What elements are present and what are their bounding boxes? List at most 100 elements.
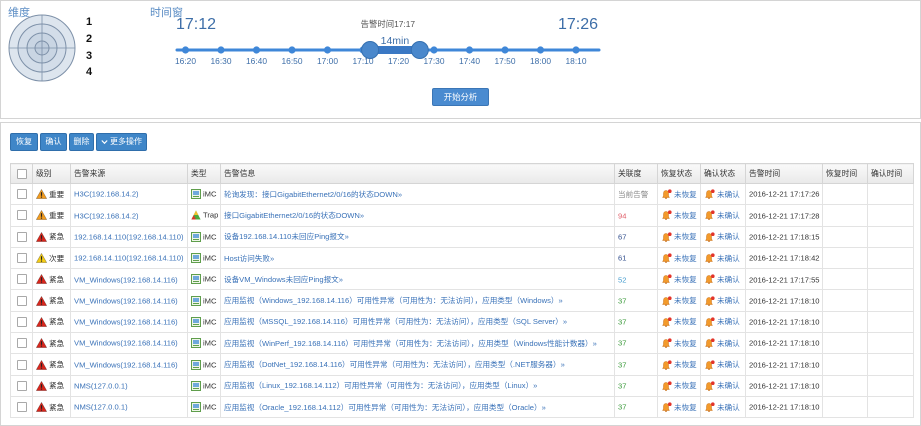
- confirm-status-link[interactable]: 未确认: [717, 317, 740, 326]
- row-checkbox[interactable]: [16, 402, 27, 413]
- start-analysis-button[interactable]: 开始分析: [432, 88, 489, 106]
- recover-status-link[interactable]: 未恢复: [674, 275, 697, 284]
- row-checkbox[interactable]: [16, 274, 27, 285]
- alarm-message-link[interactable]: 轮询发现：接口GigabitEthernet2/0/16的状态DOWN»: [224, 190, 402, 199]
- severity-cell: 紧急: [32, 353, 71, 376]
- row-checkbox[interactable]: [16, 231, 27, 242]
- alarm-source-link[interactable]: VM_Windows(192.168.14.116): [74, 360, 178, 369]
- alarm-time: 2016-12-21 17:18:15: [749, 232, 820, 242]
- confirm-status-cell: 未确认: [700, 182, 746, 206]
- confirm-status-link[interactable]: 未确认: [717, 381, 740, 390]
- alarm-source-link[interactable]: VM_Windows(192.168.14.116): [74, 339, 178, 348]
- confirm-status-link[interactable]: 未确认: [717, 403, 740, 412]
- alarm-message-link[interactable]: 设备VM_Windows未回应Ping报文»: [224, 275, 343, 284]
- imc-icon: [191, 316, 201, 327]
- confirm-status-link[interactable]: 未确认: [717, 190, 740, 199]
- row-checkbox[interactable]: [16, 338, 27, 349]
- recover-status-link[interactable]: 未恢复: [674, 232, 697, 241]
- recover-status-link[interactable]: 未恢复: [674, 339, 697, 348]
- recover-status-link[interactable]: 未恢复: [674, 381, 697, 390]
- timeline-tick-label: 17:10: [352, 56, 374, 66]
- type-cell: iMC: [187, 374, 221, 397]
- timeline-slider[interactable]: [0, 0, 921, 80]
- more-actions-button[interactable]: 更多操作: [96, 133, 147, 151]
- relevance-cell: 37: [614, 395, 658, 419]
- checkbox-cell: [10, 182, 33, 206]
- recover-time-cell: [822, 353, 868, 376]
- recover-button[interactable]: 恢复: [10, 133, 38, 151]
- recover-status-link[interactable]: 未恢复: [674, 211, 697, 220]
- alarm-message-link[interactable]: 应用监视（Oracle_192.168.14.112）可用性异常（可用性为：无法…: [224, 403, 546, 412]
- timeline-tick-label: 17:20: [388, 56, 409, 66]
- row-checkbox[interactable]: [16, 316, 27, 327]
- alarm-source-link[interactable]: VM_Windows(192.168.14.116): [74, 275, 178, 284]
- alarm-table: 级别 告警来源 类型 告警信息 关联度 恢复状态 确认状态 告警时间 恢复时间 …: [10, 163, 914, 419]
- alarm-source-link[interactable]: H3C(192.168.14.2): [74, 211, 139, 220]
- confirm-time-cell: [867, 310, 914, 334]
- timeline-tick-dot: [288, 46, 296, 54]
- checkbox-cell: [10, 225, 33, 248]
- row-checkbox[interactable]: [16, 189, 27, 200]
- alarm-source-link[interactable]: VM_Windows(192.168.14.116): [74, 296, 178, 305]
- alarm-type-label: iMC: [203, 317, 217, 327]
- alarm-source-link[interactable]: NMS(127.0.0.1): [74, 382, 128, 391]
- table-row: 次要 192.168.14.110(192.168.14.110) iMC Host访…: [10, 246, 914, 270]
- imc-icon: [191, 402, 201, 413]
- relevance-cell: 94: [614, 204, 658, 227]
- alarm-message-link[interactable]: 应用监视（Windows_192.168.14.116）可用性异常（可用性为：无…: [224, 296, 563, 305]
- column-header-message: 告警信息: [220, 163, 615, 184]
- alarm-message-link[interactable]: Host访问失败»: [224, 254, 274, 263]
- alarm-message-link[interactable]: 接口GigabitEthernet2/0/16的状态DOWN»: [224, 211, 364, 220]
- select-all-checkbox[interactable]: [16, 168, 27, 179]
- confirm-status-link[interactable]: 未确认: [717, 232, 740, 241]
- row-checkbox[interactable]: [16, 359, 27, 370]
- alarm-source-link[interactable]: H3C(192.168.14.2): [74, 190, 139, 199]
- confirm-status-link[interactable]: 未确认: [717, 211, 740, 220]
- column-header-source: 告警来源: [70, 163, 188, 184]
- recover-status-link[interactable]: 未恢复: [674, 360, 697, 369]
- recover-time-cell: [822, 246, 868, 270]
- message-cell: 接口GigabitEthernet2/0/16的状态DOWN»: [220, 204, 615, 227]
- alarm-time: 2016-12-21 17:18:42: [749, 253, 820, 263]
- row-checkbox[interactable]: [16, 253, 27, 264]
- checkbox-cell: [10, 268, 33, 291]
- confirm-button[interactable]: 确认: [40, 133, 67, 151]
- row-checkbox[interactable]: [16, 210, 27, 221]
- delete-button[interactable]: 删除: [69, 133, 94, 151]
- recover-status-link[interactable]: 未恢复: [674, 296, 697, 305]
- confirm-status-link[interactable]: 未确认: [717, 254, 740, 263]
- table-row: 紧急 NMS(127.0.0.1) iMC 应用监视（Oracle_192.168.1…: [10, 395, 914, 419]
- severity-cell: 紧急: [32, 374, 71, 397]
- row-checkbox[interactable]: [16, 295, 27, 306]
- alarm-message-link[interactable]: 应用监视（Linux_192.168.14.112）可用性异常（可用性为：无法访…: [224, 381, 537, 390]
- type-cell: iMC: [187, 395, 221, 419]
- alarm-source-link[interactable]: NMS(127.0.0.1): [74, 403, 128, 412]
- alarm-bell-icon: [662, 253, 672, 264]
- relevance-value: 37: [618, 296, 627, 306]
- severity-label: 次要: [49, 253, 65, 263]
- recover-status-link[interactable]: 未恢复: [674, 190, 697, 199]
- alarm-source-link[interactable]: VM_Windows(192.168.14.116): [74, 318, 178, 327]
- alarm-message-link[interactable]: 设备192.168.14.110未回应Ping报文»: [224, 232, 349, 241]
- alarm-source-link[interactable]: 192.168.14.110(192.168.14.110): [74, 232, 184, 241]
- alarm-time: 2016-12-21 17:18:10: [749, 381, 820, 391]
- confirm-status-link[interactable]: 未确认: [717, 296, 740, 305]
- recover-status-cell: 未恢复: [657, 332, 701, 355]
- row-checkbox[interactable]: [16, 380, 27, 391]
- alarm-message-link[interactable]: 应用监视（MSSQL_192.168.14.116）可用性异常（可用性为：无法访…: [224, 317, 567, 326]
- recover-status-link[interactable]: 未恢复: [674, 317, 697, 326]
- confirm-status-link[interactable]: 未确认: [717, 275, 740, 284]
- recover-status-cell: 未恢复: [657, 246, 701, 270]
- alarm-message-link[interactable]: 应用监视（WinPerf_192.168.14.116）可用性异常（可用性为：无…: [224, 339, 597, 348]
- confirm-status-link[interactable]: 未确认: [717, 339, 740, 348]
- alarm-message-link[interactable]: 应用监视（DotNet_192.168.14.116）可用性异常（可用性为：无法…: [224, 360, 565, 369]
- recover-status-link[interactable]: 未恢复: [674, 254, 697, 263]
- recover-status-link[interactable]: 未恢复: [674, 403, 697, 412]
- severity-label: 紧急: [49, 296, 65, 306]
- alarm-time-cell: 2016-12-21 17:17:28: [745, 204, 823, 227]
- warning-triangle-icon: [36, 231, 47, 242]
- confirm-status-link[interactable]: 未确认: [717, 360, 740, 369]
- warning-triangle-icon: [36, 402, 47, 413]
- alarm-source-link[interactable]: 192.168.14.110(192.168.14.110): [74, 254, 184, 263]
- alarm-bell-icon: [662, 210, 672, 221]
